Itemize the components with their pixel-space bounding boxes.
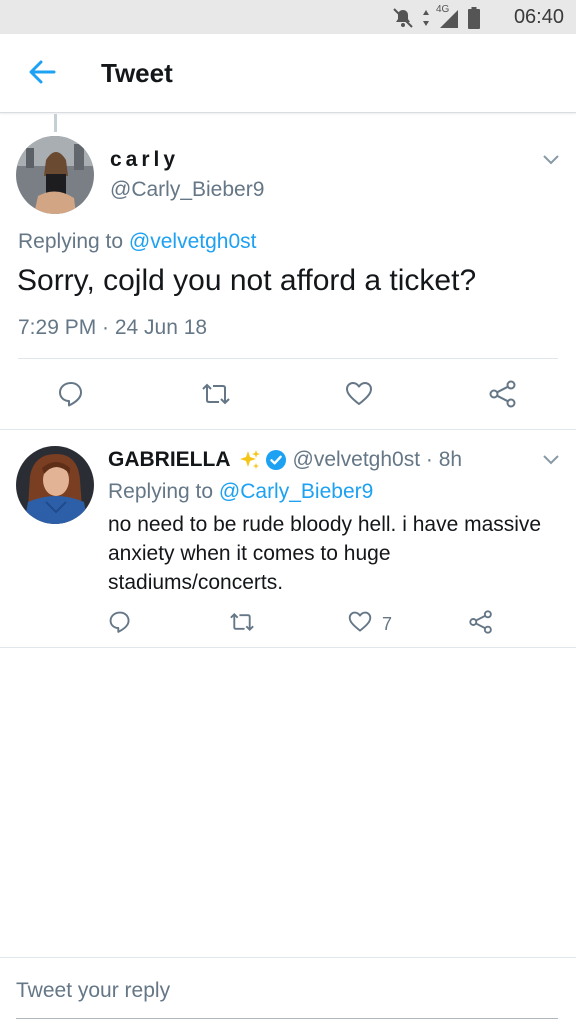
status-bar: 4G 06:40 bbox=[0, 0, 576, 34]
reply-input[interactable] bbox=[16, 966, 558, 1016]
mute-icon bbox=[392, 8, 414, 33]
replying-to-mention[interactable]: @velvetgh0st bbox=[129, 230, 257, 253]
status-time: 06:40 bbox=[513, 6, 564, 28]
share-icon bbox=[468, 610, 494, 639]
network-type-label: 4G bbox=[436, 4, 450, 15]
reply-button[interactable] bbox=[108, 610, 132, 639]
thread-connector bbox=[54, 114, 57, 132]
reply-icon bbox=[57, 380, 85, 413]
reply-button[interactable] bbox=[57, 380, 85, 413]
reply-header: GABRIELLA @velvetgh0st · 8h bbox=[108, 448, 462, 472]
avatar-gabriella[interactable] bbox=[16, 446, 94, 524]
chevron-down-icon bbox=[540, 155, 562, 172]
retweet-button[interactable] bbox=[200, 380, 232, 413]
share-button[interactable] bbox=[488, 380, 518, 413]
reply-icon bbox=[108, 610, 132, 639]
divider bbox=[18, 358, 558, 359]
like-button[interactable] bbox=[345, 380, 373, 413]
input-underline bbox=[16, 1018, 558, 1019]
tweet-menu-button[interactable] bbox=[540, 150, 562, 168]
sparkles-icon bbox=[239, 449, 261, 471]
author-display-name[interactable]: carly bbox=[110, 148, 179, 172]
tweet-timestamp: 7:29 PM · 24 Jun 18 bbox=[18, 316, 208, 339]
replying-prefix: Replying to bbox=[108, 480, 214, 503]
heart-icon bbox=[348, 610, 372, 639]
page-title: Tweet bbox=[101, 58, 173, 88]
author-handle[interactable]: @Carly_Bieber9 bbox=[110, 178, 264, 202]
back-button[interactable] bbox=[22, 56, 62, 92]
app-header: Tweet bbox=[0, 34, 576, 113]
reply-author-handle-time[interactable]: @velvetgh0st · 8h bbox=[293, 448, 463, 472]
share-button[interactable] bbox=[468, 610, 494, 639]
signal-icon: 4G bbox=[436, 4, 460, 33]
status-icons: 4G bbox=[392, 4, 480, 34]
main-tweet: carly @Carly_Bieber9 Replying to @velvet… bbox=[0, 114, 576, 430]
back-arrow-icon bbox=[28, 60, 56, 89]
retweet-icon bbox=[228, 610, 256, 639]
reply-tweet[interactable]: GABRIELLA @velvetgh0st · 8h Replying to … bbox=[0, 430, 576, 648]
replying-to-mention[interactable]: @Carly_Bieber9 bbox=[219, 480, 373, 503]
reply-tweet-text: no need to be rude bloody hell. i have m… bbox=[108, 513, 542, 594]
battery-icon bbox=[468, 7, 480, 34]
avatar-carly[interactable] bbox=[16, 136, 94, 214]
chevron-down-icon bbox=[540, 455, 562, 472]
like-button[interactable]: 7 bbox=[348, 610, 392, 639]
verified-badge-icon bbox=[265, 449, 287, 471]
replying-to-line: Replying to @velvetgh0st bbox=[18, 230, 256, 254]
reply-menu-button[interactable] bbox=[540, 450, 562, 468]
heart-icon bbox=[345, 380, 373, 413]
reply-composer bbox=[0, 957, 576, 1024]
like-count: 7 bbox=[382, 614, 393, 634]
retweet-button[interactable] bbox=[228, 610, 256, 639]
share-icon bbox=[488, 380, 518, 413]
tweet-text: Sorry, cojld you not afford a ticket? bbox=[17, 264, 477, 297]
replying-prefix: Replying to bbox=[18, 230, 124, 253]
reply-replying-to-line: Replying to @Carly_Bieber9 bbox=[108, 480, 373, 504]
retweet-icon bbox=[200, 380, 232, 413]
reply-author-display-name[interactable]: GABRIELLA bbox=[108, 448, 231, 472]
data-arrows-icon bbox=[422, 8, 430, 33]
